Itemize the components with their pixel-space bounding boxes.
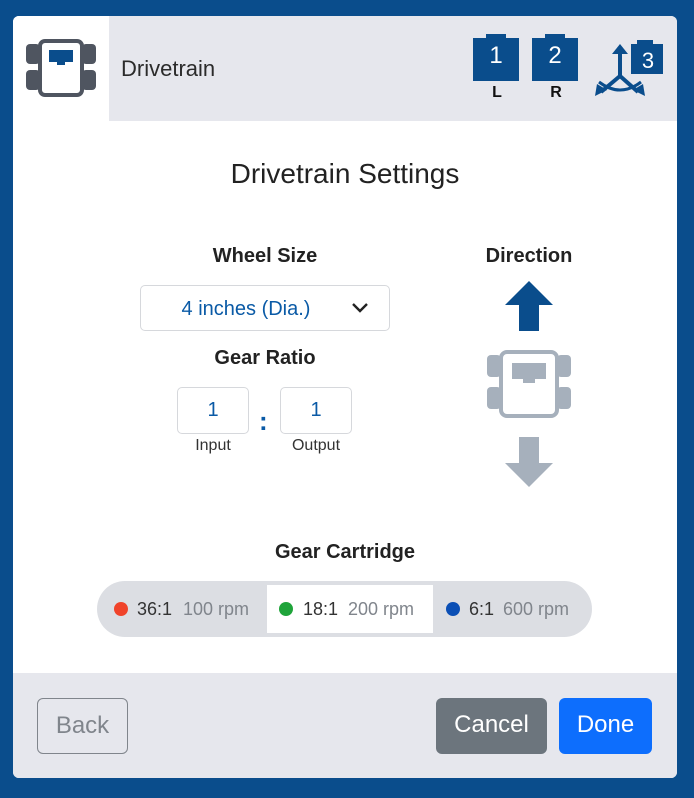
gear-ratio-input-field[interactable]: 1 [177, 387, 249, 434]
port-number: 1 [489, 42, 503, 69]
gear-ratio-separator: : [259, 406, 268, 436]
direction-label: Direction [485, 245, 573, 267]
gear-cartridge-selector: 36:1 100 rpm 18:1 200 rpm 6:1 600 rpm [97, 581, 592, 637]
drivetrain-dialog: Drivetrain 1 L 2 R 3 Drivetrain Settings… [13, 16, 677, 778]
port-2-right-motor[interactable]: 2 R [532, 34, 580, 102]
cancel-button[interactable]: Cancel [436, 698, 547, 754]
gear-cartridge-label: Gear Cartridge [274, 541, 416, 563]
cartridge-rpm: 600 rpm [503, 599, 570, 619]
green-dot-icon [279, 602, 293, 616]
gear-ratio-output-label: Output [291, 437, 341, 454]
cartridge-option-18-1[interactable]: 18:1 200 rpm [267, 585, 433, 633]
direction-reverse-button[interactable] [503, 437, 555, 492]
dialog-header: Drivetrain 1 L 2 R 3 [13, 16, 677, 121]
cartridge-option-6-1[interactable]: 6:1 600 rpm [433, 581, 592, 637]
drivetrain-device-tile [13, 16, 109, 121]
gear-ratio-input-label: Input [195, 437, 231, 454]
port-number: 3 [641, 48, 655, 73]
wheel-size-select[interactable]: 4 inches (Dia.) [140, 285, 390, 331]
port-3-gyro-sensor[interactable]: 3 [593, 40, 665, 100]
header-title: Drivetrain [121, 56, 216, 81]
port-1-left-motor[interactable]: 1 L [473, 34, 521, 102]
page-title: Drivetrain Settings [230, 158, 460, 189]
back-button[interactable]: Back [37, 698, 128, 754]
drivetrain-robot-icon [26, 39, 96, 97]
cartridge-option-36-1[interactable]: 36:1 100 rpm [97, 581, 267, 637]
cartridge-ratio: 6:1 [469, 599, 495, 619]
dialog-footer: Back Cancel Done [13, 673, 677, 778]
blue-dot-icon [446, 602, 460, 616]
wheel-size-value: 4 inches (Dia.) [181, 298, 311, 320]
cartridge-rpm: 100 rpm [183, 599, 250, 619]
cartridge-rpm: 200 rpm [348, 599, 415, 619]
direction-robot-icon [486, 349, 572, 424]
red-dot-icon [114, 602, 128, 616]
gear-ratio-output-field[interactable]: 1 [280, 387, 352, 434]
done-button[interactable]: Done [559, 698, 652, 754]
port-label: R [550, 84, 562, 101]
cartridge-ratio: 36:1 [137, 599, 173, 619]
arrow-down-icon [505, 437, 553, 487]
arrow-up-icon [505, 281, 553, 331]
wheel-size-label: Wheel Size [212, 245, 318, 267]
cartridge-ratio: 18:1 [303, 599, 339, 619]
port-number: 2 [548, 42, 562, 69]
chevron-down-icon [352, 303, 368, 313]
gear-ratio-label: Gear Ratio [214, 347, 316, 369]
port-label: L [492, 84, 502, 101]
direction-forward-button[interactable] [503, 281, 555, 336]
